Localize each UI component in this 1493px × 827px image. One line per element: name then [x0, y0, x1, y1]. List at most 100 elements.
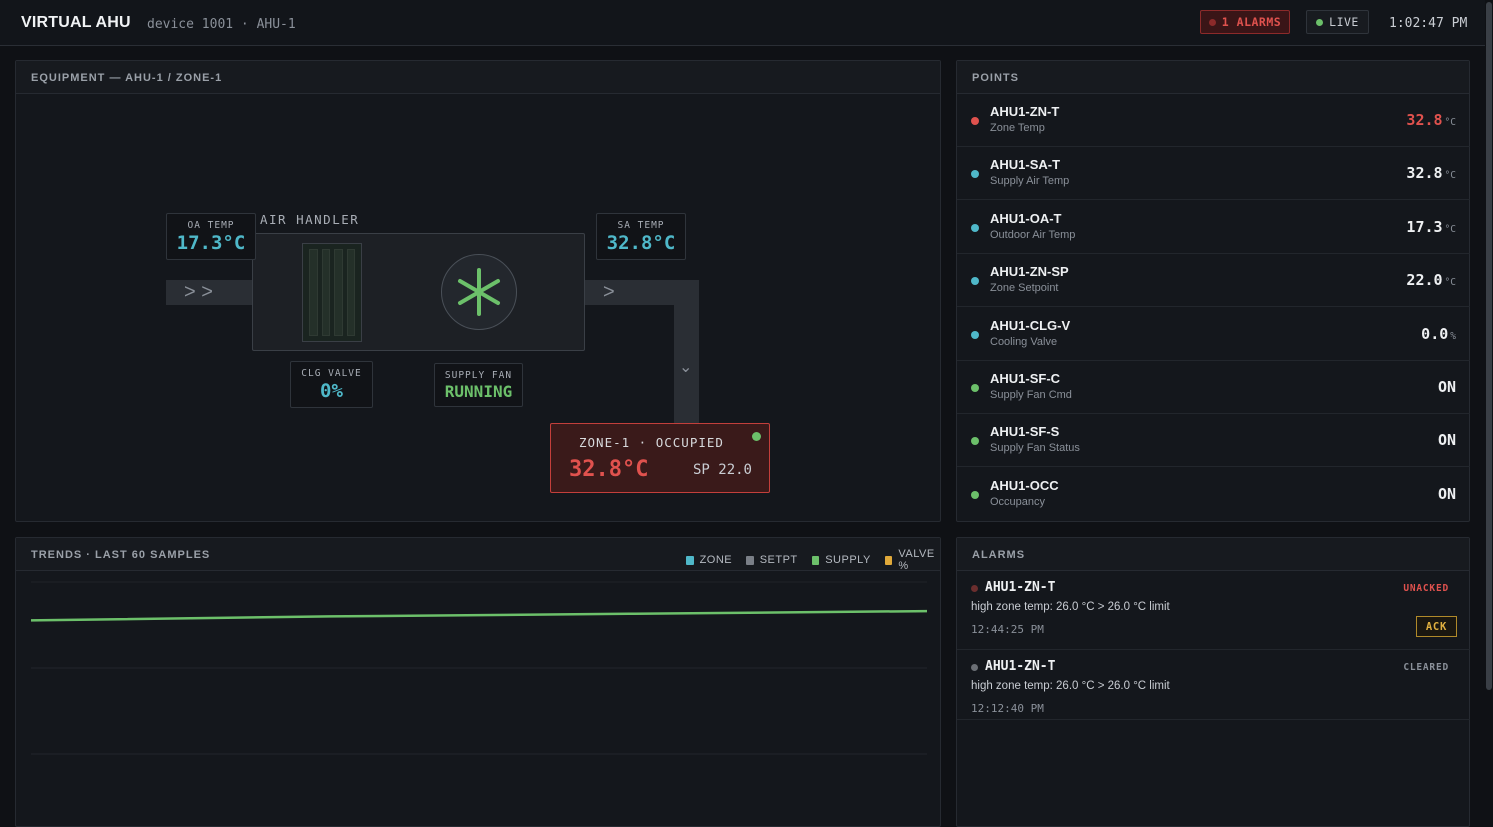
point-description: Cooling Valve: [990, 335, 1058, 348]
legend-swatch-setpt: [746, 555, 754, 565]
alarm-time: 12:12:40 PM: [971, 702, 1044, 715]
series-line-supply: [31, 609, 927, 622]
point-value-number: 0.0: [1421, 324, 1449, 343]
alarm-row[interactable]: AHU1-ZN-T CLEARED high zone temp: 26.0 °…: [957, 650, 1470, 720]
point-name: AHU1-ZN-T: [990, 104, 1060, 119]
oa-temp-value: 17.3°C: [176, 232, 246, 254]
sa-temp-value: 32.8°C: [606, 232, 676, 254]
supply-fan-box[interactable]: SUPPLY FAN RUNNING: [434, 363, 523, 407]
trends-legend: ZONE SETPT SUPPLY VALVE %: [686, 548, 940, 572]
oa-temp-box[interactable]: OA TEMP 17.3°C: [166, 213, 256, 260]
point-description: Supply Air Temp: [990, 175, 1070, 188]
point-description: Zone Temp: [990, 122, 1045, 134]
point-status-dot: [971, 170, 979, 179]
cooling-coil-icon: [302, 243, 362, 342]
alarm-state-dot: [971, 664, 978, 671]
point-value-number: ON: [1437, 378, 1456, 396]
point-value: ON: [1438, 431, 1456, 449]
alarm-dot-icon: [1208, 18, 1216, 26]
zone-setpoint: SP 22.0: [692, 462, 752, 478]
supply-fan-status: RUNNING: [444, 382, 513, 401]
airflow-arrow-icon: >: [603, 281, 615, 303]
point-value: 32.8 °C: [1406, 111, 1456, 129]
point-description: Occupancy: [990, 495, 1046, 508]
legend-swatch-zone: [686, 555, 694, 565]
trends-panel: TRENDS · LAST 60 SAMPLES ZONE SETPT SUPP…: [15, 537, 941, 827]
point-value-number: ON: [1437, 431, 1456, 450]
point-unit: °C: [1444, 117, 1456, 128]
points-panel: POINTS AHU1-ZN-T Zone Temp 32.8 °C AHU1-SA-T…: [956, 60, 1470, 522]
ack-button[interactable]: ACK: [1416, 616, 1457, 637]
live-status-badge: LIVE: [1306, 10, 1369, 34]
point-name: AHU1-CLG-V: [990, 317, 1071, 333]
alarms-panel-title: ALARMS: [972, 549, 1026, 561]
point-value: ON: [1438, 485, 1456, 503]
live-dot-icon: [1316, 18, 1324, 26]
clg-valve-label: CLG VALVE: [301, 368, 362, 379]
legend-swatch-valve: [884, 555, 893, 565]
clock: 1:02:47 PM: [1389, 16, 1468, 31]
sa-temp-box[interactable]: SA TEMP 32.8°C: [596, 213, 686, 260]
point-unit: °C: [1444, 277, 1456, 289]
point-value-number: 32.8: [1406, 164, 1443, 183]
sa-duct-vertical: [674, 280, 699, 425]
sa-temp-label: SA TEMP: [617, 220, 665, 231]
equipment-panel: EQUIPMENT — AHU-1 / ZONE-1 > > > ⌄ AIR H…: [15, 60, 941, 522]
alarm-state-dot: [971, 585, 978, 592]
point-name: AHU1-OCC: [990, 477, 1059, 493]
point-name: AHU1-SF-S: [990, 424, 1060, 440]
point-row[interactable]: AHU1-SA-T Supply Air Temp 32.8 °C: [957, 147, 1470, 201]
point-description: Zone Setpoint: [990, 282, 1059, 295]
point-row[interactable]: AHU1-SF-S Supply Fan Status ON: [957, 414, 1470, 468]
point-name: AHU1-SF-C: [990, 371, 1061, 386]
point-row[interactable]: AHU1-OCC Occupancy ON: [957, 468, 1470, 521]
point-value: 17.3 °C: [1406, 218, 1456, 236]
point-status-dot: [971, 490, 979, 499]
zone-box[interactable]: ZONE-1 · OCCUPIED 32.8°C SP 22.0: [550, 423, 770, 493]
zone-label: ZONE-1 · OCCUPIED: [579, 435, 724, 450]
air-handler-label: AIR HANDLER: [260, 212, 360, 227]
point-value: ON: [1438, 378, 1456, 396]
alarm-row[interactable]: AHU1-ZN-T UNACKED high zone temp: 26.0 °…: [957, 571, 1470, 650]
point-name: AHU1-ZN-SP: [990, 264, 1069, 280]
legend-label-supply: SUPPLY: [825, 554, 871, 566]
airflow-arrow-icon: > >: [184, 281, 213, 303]
point-row[interactable]: AHU1-CLG-V Cooling Valve 0.0%: [957, 308, 1470, 361]
clg-valve-box[interactable]: CLG VALVE 0%: [290, 361, 373, 408]
point-row[interactable]: AHU1-ZN-T Zone Temp 32.8 °C: [957, 94, 1470, 147]
point-row[interactable]: AHU1-ZN-SP Zone Setpoint 22.0 °C: [957, 254, 1470, 308]
point-status-dot: [971, 330, 979, 339]
alarms-panel: ALARMS AHU1-ZN-T UNACKED high zone temp:…: [956, 537, 1470, 827]
point-description: Outdoor Air Temp: [990, 228, 1076, 241]
point-status-dot: [971, 117, 979, 125]
supply-fan-label: SUPPLY FAN: [444, 370, 513, 381]
alarm-message: high zone temp: 26.0 °C > 26.0 °C limit: [971, 680, 1170, 692]
point-status-dot: [971, 277, 979, 286]
point-name: AHU1-SA-T: [990, 157, 1061, 173]
alarm-message: high zone temp: 26.0 °C > 26.0 °C limit: [971, 601, 1170, 613]
legend-label-setpt: SETPT: [759, 554, 798, 566]
alarm-count-label: 1 ALARMS: [1221, 15, 1282, 29]
air-handler-unit: [252, 233, 585, 351]
point-row[interactable]: AHU1-SF-C Supply Fan Cmd ON: [957, 361, 1470, 414]
points-panel-header: [957, 61, 1469, 94]
alarm-count-badge[interactable]: 1 ALARMS: [1200, 10, 1290, 34]
point-unit: %: [1450, 330, 1456, 342]
point-description: Supply Fan Cmd: [990, 389, 1072, 401]
point-value: 32.8 °C: [1406, 164, 1456, 182]
point-value: 22.0 °C: [1406, 271, 1456, 289]
legend-swatch-supply: [811, 555, 820, 565]
point-status-dot: [971, 384, 979, 392]
point-unit: °C: [1444, 170, 1456, 182]
trends-panel-title: TRENDS · LAST 60 SAMPLES: [31, 549, 211, 561]
point-row[interactable]: AHU1-OA-T Outdoor Air Temp 17.3 °C: [957, 201, 1470, 254]
alarm-time: 12:44:25 PM: [971, 623, 1044, 636]
points-panel-title: POINTS: [972, 72, 1019, 84]
page-scrollbar[interactable]: [1485, 0, 1493, 812]
zone-occupied-dot: [752, 432, 761, 441]
clg-valve-value: 0%: [320, 380, 343, 402]
point-status-dot: [971, 437, 979, 446]
app-title: VIRTUAL AHU: [21, 14, 131, 31]
scrollbar-thumb[interactable]: [1486, 2, 1492, 690]
point-status-dot: [971, 223, 979, 232]
